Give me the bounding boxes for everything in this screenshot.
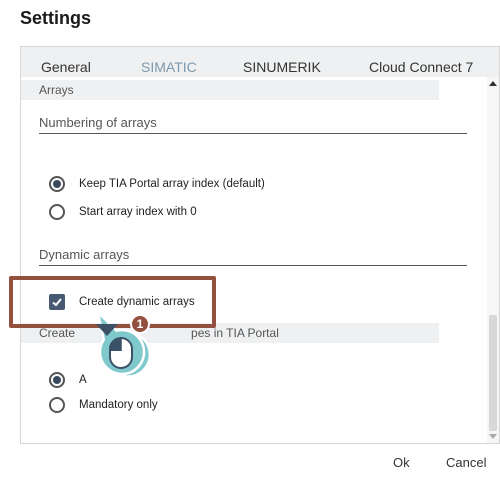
section-header-arrays: Arrays — [21, 80, 439, 100]
divider — [39, 133, 467, 134]
radio-button-selected[interactable] — [49, 176, 65, 192]
tab-sinumerik[interactable]: SINUMERIK — [243, 59, 321, 75]
numbering-group-label: Numbering of arrays — [39, 115, 157, 130]
ok-button[interactable]: Ok — [393, 455, 410, 470]
step-badge-number: 1 — [137, 317, 144, 331]
section-header-start: Create — [39, 326, 76, 340]
tab-bar: General SIMATIC SINUMERIK Cloud Connect … — [21, 47, 499, 77]
radio-keep-tia-index[interactable]: Keep TIA Portal array index (default) — [49, 174, 265, 194]
divider — [39, 265, 467, 266]
dynamic-group-label: Dynamic arrays — [39, 247, 130, 262]
tab-general[interactable]: General — [41, 59, 91, 75]
tab-cloud-connect-7[interactable]: Cloud Connect 7 — [369, 59, 473, 75]
radio-label: Start array index with 0 — [79, 206, 197, 218]
radio-label: Keep TIA Portal array index (default) — [79, 178, 265, 190]
radio-label: A — [79, 374, 87, 386]
radio-mandatory-only[interactable]: Mandatory only — [49, 395, 158, 415]
scroll-up-arrow-icon[interactable] — [489, 81, 497, 86]
section-header-end: pes in TIA Portal — [191, 326, 279, 340]
mouse-click-icon: 1 — [96, 314, 152, 376]
radio-start-index-0[interactable]: Start array index with 0 — [49, 202, 197, 222]
tab-simatic[interactable]: SIMATIC — [141, 59, 197, 75]
scrollbar-thumb[interactable] — [489, 315, 497, 431]
radio-label: Mandatory only — [79, 399, 158, 411]
scroll-down-arrow-icon[interactable] — [489, 434, 497, 439]
cancel-button[interactable]: Cancel — [446, 455, 486, 470]
dialog-title: Settings — [20, 8, 92, 28]
radio-all[interactable]: A — [49, 370, 87, 390]
radio-button[interactable] — [49, 204, 65, 220]
radio-button-selected[interactable] — [49, 372, 65, 388]
vertical-scrollbar[interactable] — [487, 77, 499, 443]
radio-button[interactable] — [49, 397, 65, 413]
settings-panel: General SIMATIC SINUMERIK Cloud Connect … — [20, 46, 500, 444]
